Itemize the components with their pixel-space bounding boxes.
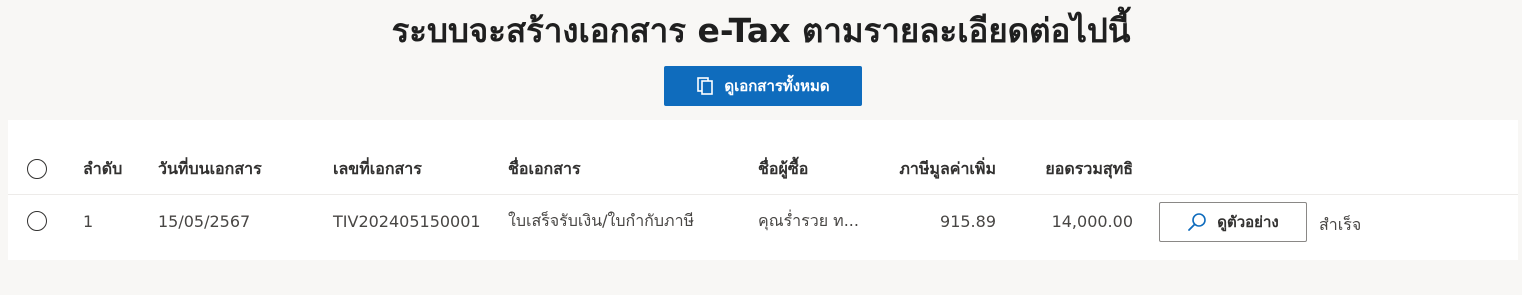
row-doc-name: ใบเสร็จรับเงิน/ใบกำกับภาษี bbox=[508, 210, 695, 230]
row-vat: 915.89 bbox=[940, 211, 996, 231]
page-title: ระบบจะสร้างเอกสาร e-Tax ตามรายละเอียดต่อ… bbox=[391, 11, 1131, 50]
row-buyer: คุณร่ำรวย ท... bbox=[758, 210, 859, 230]
row-doc-number: TIV202405150001 bbox=[333, 211, 481, 231]
column-header-net-total[interactable]: ยอดรวมสุทธิ bbox=[1013, 144, 1133, 194]
select-all-radio[interactable] bbox=[27, 159, 47, 179]
column-header-doc-date[interactable]: วันที่บนเอกสาร bbox=[158, 144, 262, 194]
documents-table: ลำดับ วันที่บนเอกสาร เลขที่เอกสาร ชื่อเอ… bbox=[8, 120, 1518, 260]
column-header-vat[interactable]: ภาษีมูลค่าเพิ่ม bbox=[878, 144, 996, 194]
search-icon bbox=[1187, 212, 1207, 232]
row-net-total: 14,000.00 bbox=[1051, 211, 1133, 231]
column-header-doc-name[interactable]: ชื่อเอกสาร bbox=[508, 144, 581, 194]
row-doc-date: 15/05/2567 bbox=[158, 211, 251, 231]
select-all-cell bbox=[27, 144, 47, 194]
column-header-buyer[interactable]: ชื่อผู้ซื้อ bbox=[758, 144, 808, 194]
table-row: 1 15/05/2567 TIV202405150001 ใบเสร็จรับเ… bbox=[8, 195, 1518, 247]
preview-button[interactable]: ดูตัวอย่าง bbox=[1159, 202, 1307, 242]
status-label: สำเร็จ bbox=[1319, 214, 1362, 234]
row-select-radio[interactable] bbox=[27, 211, 47, 231]
column-header-index[interactable]: ลำดับ bbox=[83, 144, 122, 194]
view-all-documents-button[interactable]: ดูเอกสารทั้งหมด bbox=[664, 66, 862, 106]
preview-label: ดูตัวอย่าง bbox=[1217, 213, 1279, 231]
row-select-cell bbox=[27, 195, 47, 247]
column-header-doc-number[interactable]: เลขที่เอกสาร bbox=[333, 144, 422, 194]
row-index: 1 bbox=[83, 211, 94, 231]
copy-documents-icon bbox=[696, 77, 714, 95]
table-header-row: ลำดับ วันที่บนเอกสาร เลขที่เอกสาร ชื่อเอ… bbox=[8, 144, 1518, 195]
view-all-documents-label: ดูเอกสารทั้งหมด bbox=[724, 77, 830, 95]
